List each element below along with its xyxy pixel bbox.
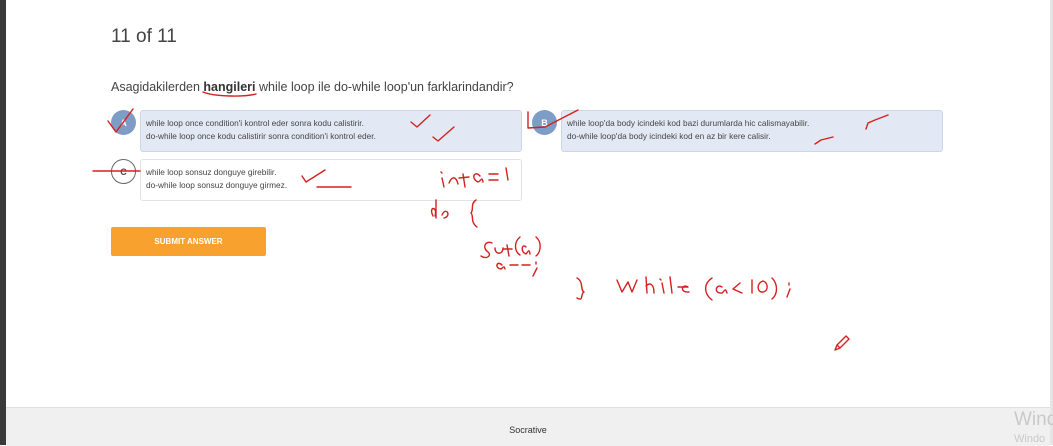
handwriting-annotations	[92, 91, 889, 351]
ink-underline-keyword	[202, 91, 257, 97]
ink-handwriting-sout	[480, 236, 541, 259]
activation-watermark-line-1: Wind	[1014, 409, 1053, 430]
ink-check-icon	[865, 114, 889, 130]
pencil-cursor-icon	[834, 335, 850, 351]
ink-check-icon	[410, 114, 431, 128]
ink-handwriting-while	[576, 276, 791, 301]
ink-check-icon	[301, 169, 326, 183]
footer-brand: Socrative	[509, 425, 547, 435]
activation-watermark-line-2: Windo	[1014, 433, 1046, 445]
footer-bar: Socrative	[6, 407, 1050, 446]
ink-check-icon	[814, 136, 834, 145]
ink-handwriting-int-a-1	[440, 167, 509, 188]
ink-check-icon	[432, 126, 455, 142]
ink-check-icon	[527, 109, 579, 129]
ink-check-icon	[107, 108, 134, 133]
ink-handwriting-do-brace	[430, 199, 478, 228]
ink-handwriting-decrement	[496, 261, 538, 277]
